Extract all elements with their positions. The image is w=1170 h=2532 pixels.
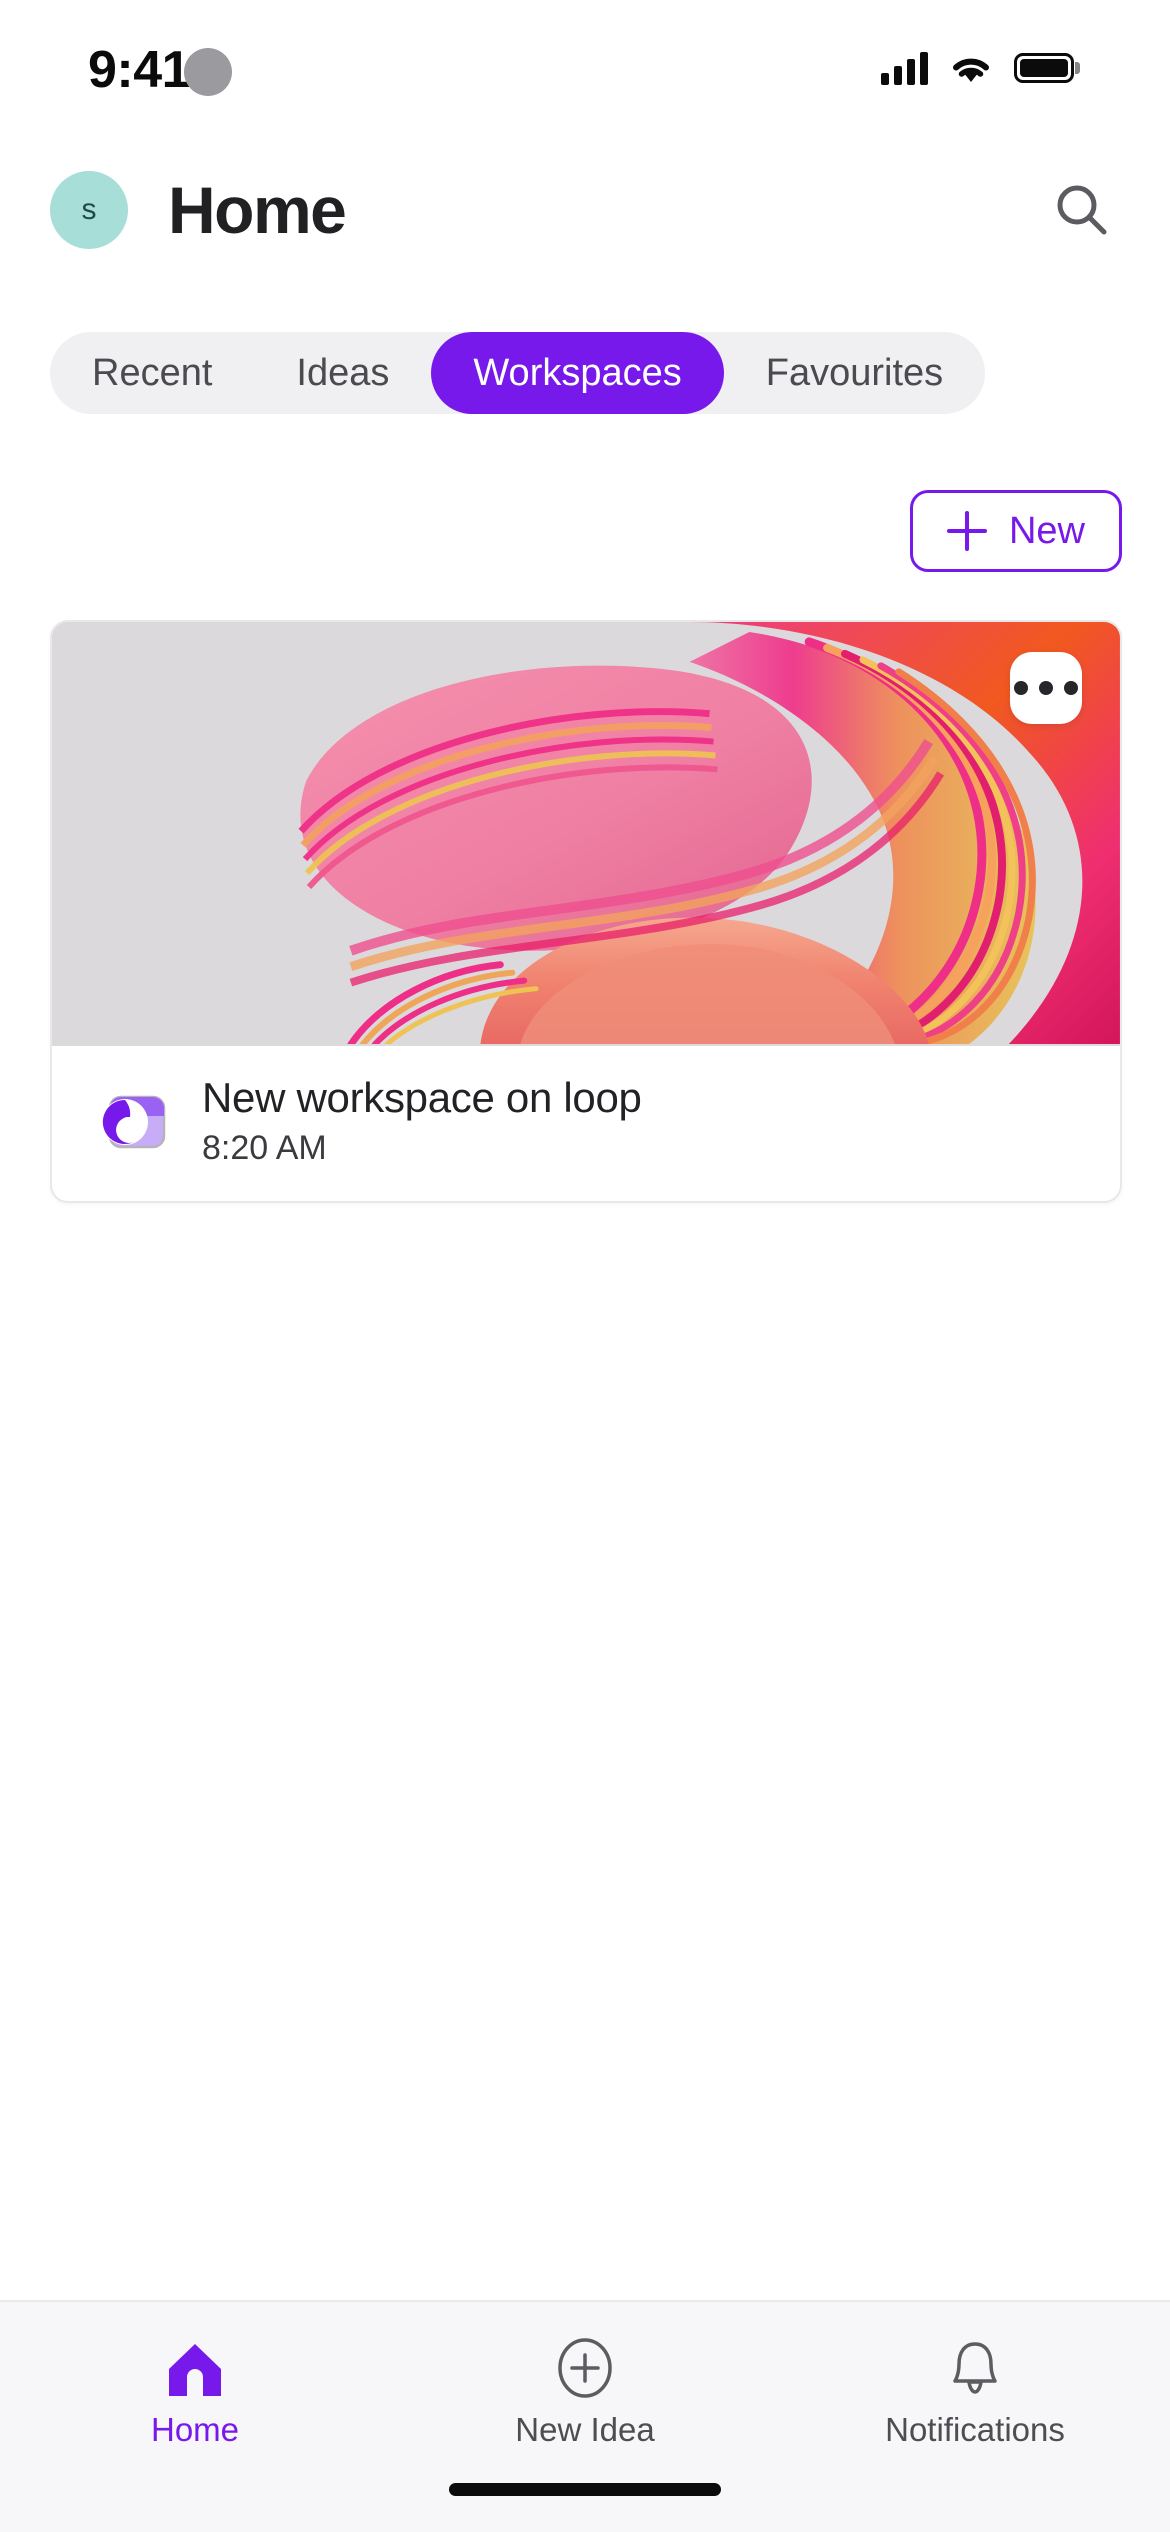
phone-screen: 9:41 s Home Recent Ideas Workspaces Favo… xyxy=(0,0,1170,2532)
search-icon xyxy=(1057,185,1107,235)
workspace-title: New workspace on loop xyxy=(202,1074,642,1121)
action-row: New xyxy=(0,490,1170,572)
nav-label-new-idea: New Idea xyxy=(515,2410,655,2448)
workspace-cover-image xyxy=(52,622,1120,1046)
abstract-artwork xyxy=(52,622,1120,1045)
nav-item-home[interactable]: Home xyxy=(0,2302,390,2462)
bell-icon xyxy=(944,2335,1006,2399)
bottom-nav-items: Home New Idea Notifications xyxy=(0,2302,1170,2462)
microsoft-loop-icon xyxy=(102,1095,166,1148)
app-header: s Home xyxy=(0,150,1170,270)
nav-item-new-idea[interactable]: New Idea xyxy=(390,2302,780,2462)
battery-full-icon xyxy=(1014,53,1074,83)
more-options-icon xyxy=(1039,681,1053,695)
search-button[interactable] xyxy=(1036,164,1128,256)
nav-item-notifications[interactable]: Notifications xyxy=(780,2302,1170,2462)
signal-bars-icon xyxy=(881,51,928,85)
nav-label-home: Home xyxy=(150,2410,240,2448)
tab-bar: Recent Ideas Workspaces Favourites xyxy=(0,322,1170,432)
more-options-icon xyxy=(1014,681,1028,695)
status-time: 9:41 xyxy=(88,41,191,99)
status-bar-right xyxy=(881,51,1074,85)
plus-icon xyxy=(946,511,987,551)
tab-ideas[interactable]: Ideas xyxy=(254,332,431,414)
workspace-card-text: New workspace on loop 8:20 AM xyxy=(202,1074,642,1167)
workspace-timestamp: 8:20 AM xyxy=(202,1129,327,1168)
tab-track: Recent Ideas Workspaces Favourites xyxy=(50,332,986,414)
home-icon xyxy=(164,2335,226,2399)
home-indicator[interactable] xyxy=(449,2483,721,2496)
page-title: Home xyxy=(168,173,347,247)
status-bar-left: 9:41 xyxy=(88,38,233,96)
plus-circle-icon xyxy=(554,2335,616,2399)
nav-label-notifications: Notifications xyxy=(885,2410,1065,2448)
new-workspace-button[interactable]: New xyxy=(909,490,1122,572)
status-bar: 9:41 xyxy=(0,0,1170,128)
avatar[interactable]: s xyxy=(50,171,128,249)
workspace-card[interactable]: New workspace on loop 8:20 AM xyxy=(50,620,1122,1204)
recording-indicator-dot xyxy=(184,48,233,96)
new-button-label: New xyxy=(1008,509,1085,552)
bottom-navigation: Home New Idea Notifications xyxy=(0,2300,1170,2532)
workspace-more-options-button[interactable] xyxy=(1010,652,1082,724)
tab-workspaces[interactable]: Workspaces xyxy=(431,332,724,414)
wifi-icon xyxy=(953,58,989,82)
tab-favourites[interactable]: Favourites xyxy=(724,332,985,414)
tab-recent[interactable]: Recent xyxy=(50,332,254,414)
tab-scroll-fade xyxy=(1030,322,1170,432)
workspace-card-body: New workspace on loop 8:20 AM xyxy=(52,1046,1120,1201)
more-options-icon xyxy=(1064,681,1078,695)
